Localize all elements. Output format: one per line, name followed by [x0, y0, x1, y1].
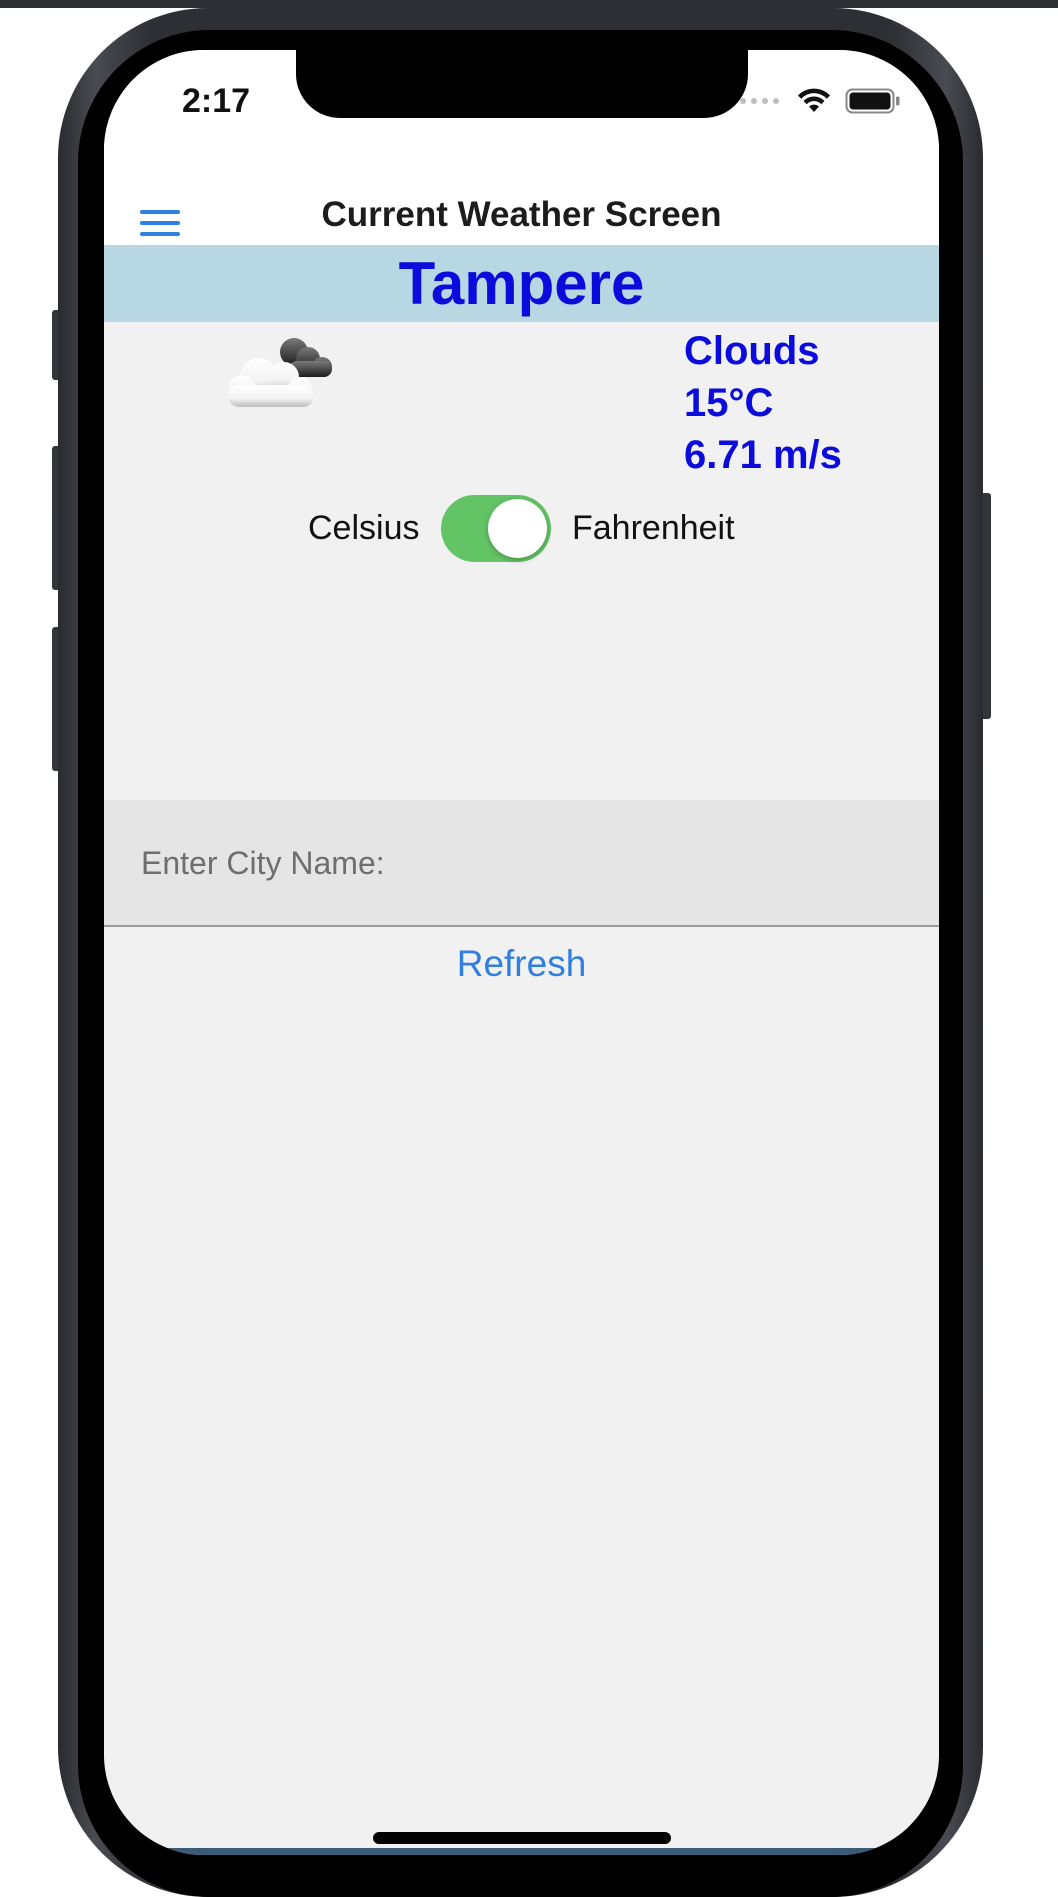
celsius-label: Celsius [308, 509, 420, 547]
city-banner: Tampere [104, 245, 939, 322]
city-name: Tampere [398, 250, 645, 317]
unit-toggle-row: Celsius Fahrenheit [104, 495, 939, 565]
cellular-dots-icon [740, 98, 779, 104]
wifi-icon [798, 88, 830, 112]
status-time: 2:17 [182, 82, 251, 120]
phone-screen: 2:17 Current Weather Screen Tampere Clou… [104, 50, 939, 1855]
weather-temperature: 15°C [684, 381, 774, 425]
city-name-input[interactable] [141, 840, 901, 886]
weather-details: Clouds 15°C 6.71 m/s [684, 325, 842, 481]
home-indicator[interactable] [373, 1832, 671, 1844]
window-top-bar [0, 0, 1058, 8]
cloud-icon [228, 338, 332, 407]
bottom-edge-strip [104, 1848, 939, 1855]
camera-notch [296, 50, 748, 118]
status-icons [740, 88, 901, 114]
city-input-container [104, 800, 939, 927]
fahrenheit-label: Fahrenheit [572, 509, 735, 547]
toggle-knob [488, 499, 547, 558]
weather-wind-speed: 6.71 m/s [684, 433, 842, 477]
refresh-button[interactable]: Refresh [104, 943, 939, 985]
weather-condition: Clouds [684, 329, 820, 373]
app-header: Current Weather Screen [104, 170, 939, 245]
page-title: Current Weather Screen [321, 195, 722, 234]
unit-toggle-switch[interactable] [441, 495, 551, 562]
battery-icon [845, 88, 900, 114]
